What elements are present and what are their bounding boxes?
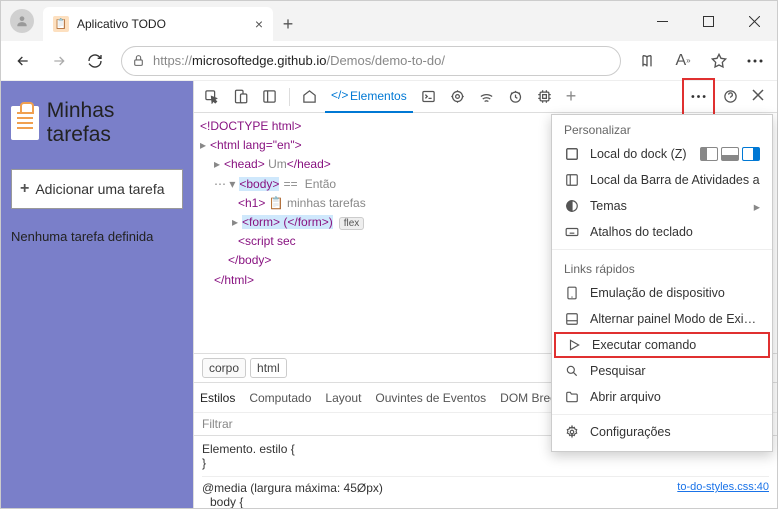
favorites-button[interactable] xyxy=(703,45,735,77)
welcome-tab[interactable] xyxy=(296,81,323,113)
tab-close-icon[interactable]: × xyxy=(255,16,263,32)
add-task-label: Adicionar uma tarefa xyxy=(35,181,164,197)
subtab-layout[interactable]: Layout xyxy=(325,391,361,405)
menu-themes[interactable]: Temas ▸ xyxy=(552,193,772,219)
dock-left-option[interactable] xyxy=(700,147,718,161)
gear-icon xyxy=(564,424,580,440)
sources-tab[interactable] xyxy=(444,81,471,113)
window-titlebar: 📋 Aplicativo TODO × + xyxy=(1,1,777,41)
profile-button[interactable] xyxy=(1,1,43,41)
back-button[interactable] xyxy=(7,45,39,77)
network-tab[interactable] xyxy=(473,81,500,113)
activity-bar-icon xyxy=(564,172,580,188)
tab-title: Aplicativo TODO xyxy=(77,17,247,31)
style-rule-body: body { xyxy=(202,495,769,508)
reading-view-button[interactable] xyxy=(631,45,663,77)
menu-section-quicklinks: Links rápidos xyxy=(552,254,772,280)
dock-right-option[interactable] xyxy=(742,147,760,161)
keyboard-icon xyxy=(564,224,580,240)
play-icon xyxy=(566,337,582,353)
menu-dock-location[interactable]: Local do dock (Z) xyxy=(552,141,772,167)
menu-device-emulation[interactable]: Emulação de dispositivo xyxy=(552,280,772,306)
add-tab-button[interactable]: + xyxy=(560,81,583,113)
dock-bottom-option[interactable] xyxy=(721,147,739,161)
elements-tab-label: Elementos xyxy=(350,89,407,103)
menu-search[interactable]: Pesquisar xyxy=(552,358,772,384)
tab-favicon-icon: 📋 xyxy=(53,16,69,32)
menu-toggle-quick-view[interactable]: Alternar painel Modo de Exibição Rápida xyxy=(552,306,772,332)
menu-section-customize: Personalizar xyxy=(552,115,772,141)
chevron-right-icon: ▸ xyxy=(754,199,760,214)
address-bar[interactable]: https://microsoftedge.github.io/Demos/de… xyxy=(121,46,621,76)
url-text: https://microsoftedge.github.io/Demos/de… xyxy=(153,53,445,68)
lock-icon xyxy=(132,54,145,67)
forward-button xyxy=(43,45,75,77)
browser-menu-button[interactable] xyxy=(739,45,771,77)
app-heading: Minhas tarefas xyxy=(47,99,183,147)
empty-state-text: Nenhuma tarefa definida xyxy=(11,229,183,244)
help-button[interactable] xyxy=(717,81,744,113)
browser-toolbar: https://microsoftedge.github.io/Demos/de… xyxy=(1,41,777,81)
add-task-button[interactable]: + Adicionar uma tarefa xyxy=(11,169,183,209)
devtools-panel: </> Elementos + <!DOCTYPE html> ▸<html l… xyxy=(193,81,777,508)
code-icon: </> xyxy=(331,88,346,103)
profile-avatar-icon xyxy=(10,9,34,33)
close-window-button[interactable] xyxy=(731,1,777,41)
minimize-button[interactable] xyxy=(639,1,685,41)
elements-tab[interactable]: </> Elementos xyxy=(325,81,413,113)
close-devtools-button[interactable] xyxy=(746,81,773,113)
subtab-computed[interactable]: Computado xyxy=(249,391,311,405)
theme-icon xyxy=(564,198,580,214)
device-icon xyxy=(564,285,580,301)
browser-tab[interactable]: 📋 Aplicativo TODO × xyxy=(43,7,273,41)
new-tab-button[interactable]: + xyxy=(273,7,303,41)
performance-tab[interactable] xyxy=(502,81,529,113)
menu-activity-bar-location[interactable]: Local da Barra de Atividades a xyxy=(552,167,772,193)
dock-icon xyxy=(564,146,580,162)
subtab-dom-breakpoints[interactable]: DOM Bree xyxy=(500,391,557,405)
menu-run-command[interactable]: Executar comando xyxy=(554,332,770,358)
reader-button[interactable]: A» xyxy=(667,45,699,77)
inspect-button[interactable] xyxy=(198,81,225,113)
todo-app-panel: Minhas tarefas + Adicionar uma tarefa Ne… xyxy=(1,81,193,508)
devtools-tabbar: </> Elementos + xyxy=(194,81,777,113)
devtools-customize-menu: Personalizar Local do dock (Z) Local da … xyxy=(551,114,773,452)
subtab-events[interactable]: Ouvintes de Eventos xyxy=(375,391,486,405)
maximize-button[interactable] xyxy=(685,1,731,41)
menu-settings[interactable]: Configurações xyxy=(552,419,772,445)
refresh-button[interactable] xyxy=(79,45,111,77)
style-source-link[interactable]: to-do-styles.css:40 xyxy=(677,481,769,493)
device-toggle-button[interactable] xyxy=(227,81,254,113)
devtools-more-button[interactable] xyxy=(685,81,712,113)
console-tab[interactable] xyxy=(415,81,442,113)
activity-bar-button[interactable] xyxy=(256,81,283,113)
panel-icon xyxy=(564,311,580,327)
dock-options xyxy=(700,147,760,161)
menu-shortcuts[interactable]: Atalhos do teclado xyxy=(552,219,772,245)
folder-icon xyxy=(564,389,580,405)
menu-open-file[interactable]: Abrir arquivo xyxy=(552,384,772,410)
search-icon xyxy=(564,363,580,379)
clipboard-icon xyxy=(11,106,39,140)
subtab-styles[interactable]: Estilos xyxy=(200,391,235,405)
memory-tab[interactable] xyxy=(531,81,558,113)
crumb-body[interactable]: corpo xyxy=(202,358,246,378)
crumb-html[interactable]: html xyxy=(250,358,287,378)
plus-icon: + xyxy=(20,180,29,198)
